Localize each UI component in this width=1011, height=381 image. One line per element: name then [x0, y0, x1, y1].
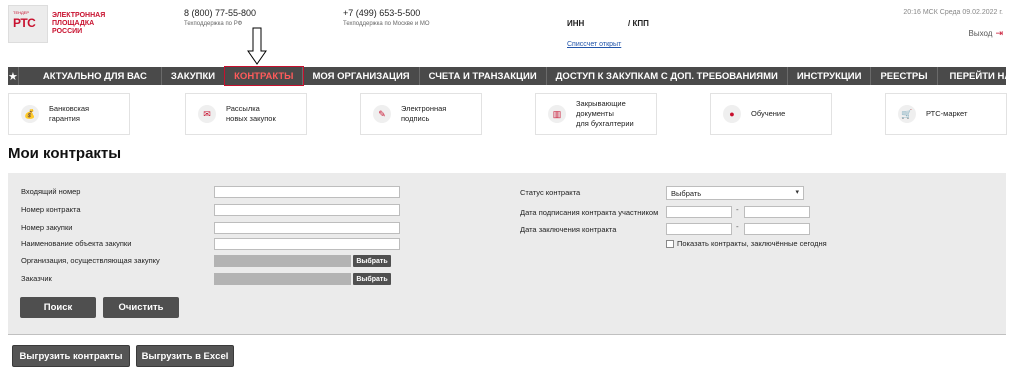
pen-icon: ✎ — [373, 105, 391, 123]
nav-item-actual[interactable]: АКТУАЛЬНО ДЛЯ ВАС — [19, 67, 162, 85]
page-title: Мои контракты — [8, 145, 122, 162]
clear-button[interactable]: Очистить — [103, 297, 179, 318]
quick-link-label: Закрывающие документы для бухгалтерии — [576, 99, 634, 128]
purchase-number-input[interactable] — [214, 222, 400, 234]
phone-number-rf: 8 (800) 77-55-800 — [184, 8, 257, 18]
search-button[interactable]: Поиск — [20, 297, 96, 318]
status-select-value: Выбрать — [671, 188, 702, 198]
main-nav: ★ АКТУАЛЬНО ДЛЯ ВАС ЗАКУПКИ КОНТРАКТЫ МО… — [8, 66, 1011, 86]
chat-icon: ● — [723, 105, 741, 123]
inn-label: ИНН — [567, 19, 585, 28]
envelope-icon: ✉ — [198, 105, 216, 123]
quick-link-label: РТС-маркет — [926, 109, 968, 118]
organization-field — [214, 255, 351, 267]
organization-pick-button[interactable]: Выбрать — [353, 255, 391, 267]
quick-link-signature[interactable]: ✎ Электронная подпись — [360, 93, 482, 135]
quick-link-bank-guarantee[interactable]: 💰 Банковская гарантия — [8, 93, 130, 135]
nav-item-contracts[interactable]: КОНТРАКТЫ — [224, 66, 305, 86]
chevron-down-icon: ▾ — [795, 189, 799, 196]
nav-item-my-organization[interactable]: МОЯ ОРГАНИЗАЦИЯ — [303, 67, 420, 85]
nav-item-purchases[interactable]: ЗАКУПКИ — [162, 67, 226, 85]
today-checkbox[interactable]: Показать контракты, заключённые сегодня — [666, 239, 827, 248]
datetime: 20:16 МСК Среда 09.02.2022 г. — [903, 9, 1003, 16]
logo-mark: РТС — [13, 16, 36, 30]
money-bag-icon: 💰 — [21, 105, 39, 123]
phone-number-moscow: +7 (499) 653-5-500 — [343, 8, 421, 18]
incoming-number-input[interactable] — [214, 186, 400, 198]
today-checkbox-label: Показать контракты, заключённые сегодня — [677, 239, 827, 248]
purchase-number-label: Номер закупки — [21, 223, 73, 232]
purchase-object-input[interactable] — [214, 238, 400, 250]
sign-date-from-input[interactable] — [666, 206, 732, 218]
customer-field — [214, 273, 351, 285]
annotation-arrow-icon — [247, 27, 267, 65]
barcode-icon: ▥ — [548, 105, 566, 123]
filter-panel: Входящий номер Номер контракта Номер зак… — [8, 173, 1006, 335]
logo-text: ЭЛЕКТРОННАЯ ПЛОЩАДКА РОССИИ — [52, 12, 106, 35]
conclusion-date-to-input[interactable] — [744, 223, 810, 235]
quick-link-label: Рассылка новых закупок — [226, 104, 276, 123]
purchase-object-label: Наименование объекта закупки — [21, 239, 132, 248]
kpp-label: / КПП — [628, 19, 649, 28]
conclusion-date-separator: - — [736, 222, 739, 231]
logout-icon: ⇥ — [995, 28, 1003, 38]
incoming-number-label: Входящий номер — [21, 187, 81, 196]
quick-link-mailing[interactable]: ✉ Рассылка новых закупок — [185, 93, 307, 135]
organization-label: Организация, осуществляющая закупку — [21, 256, 160, 265]
customer-label: Заказчик — [21, 274, 52, 283]
logout-label: Выход — [968, 29, 993, 38]
phone-block-moscow: +7 (499) 653-5-500 Техподдержка по Москв… — [343, 8, 430, 27]
quick-link-closing-docs[interactable]: ▥ Закрывающие документы для бухгалтерии — [535, 93, 657, 135]
export-contracts-button[interactable]: Выгрузить контракты — [12, 345, 130, 367]
phone-label-rf: Техподдержка по РФ — [184, 21, 243, 27]
conclusion-date-label: Дата заключения контракта — [520, 225, 617, 234]
nav-item-access[interactable]: ДОСТУП К ЗАКУПКАМ С ДОП. ТРЕБОВАНИЯМИ — [547, 67, 788, 85]
nav-item-instructions[interactable]: ИНСТРУКЦИИ — [788, 67, 872, 85]
cart-icon: 🛒 — [898, 105, 916, 123]
quick-link-label: Обучение — [751, 109, 786, 118]
logout-link[interactable]: Выход ⇥ — [969, 28, 1003, 39]
contract-number-label: Номер контракта — [21, 205, 81, 214]
quick-link-rts-market[interactable]: 🛒 РТС-маркет — [885, 93, 1007, 135]
status-label: Статус контракта — [520, 188, 581, 197]
phone-label-moscow: Техподдержка по Москве и МО — [343, 21, 430, 27]
sign-date-label: Дата подписания контракта участником — [520, 208, 659, 217]
logo-small-text: ТЕНДЕР — [13, 10, 30, 15]
favorites-star-icon[interactable]: ★ — [8, 67, 19, 85]
contract-number-input[interactable] — [214, 204, 400, 216]
status-select[interactable]: Выбрать ▾ — [666, 186, 804, 200]
conclusion-date-from-input[interactable] — [666, 223, 732, 235]
nav-item-registries[interactable]: РЕЕСТРЫ — [871, 67, 938, 85]
logo[interactable]: ТЕНДЕР РТС — [8, 5, 48, 43]
sign-date-separator: - — [736, 205, 739, 214]
spischet-link[interactable]: Списсчет открыт — [567, 41, 621, 48]
checkbox-box[interactable] — [666, 239, 674, 248]
quick-link-training[interactable]: ● Обучение — [710, 93, 832, 135]
quick-link-label: Электронная подпись — [401, 104, 447, 123]
sign-date-to-input[interactable] — [744, 206, 810, 218]
nav-item-goto-223[interactable]: ПЕРЕЙТИ НА 223 — [938, 67, 1011, 85]
quick-link-label: Банковская гарантия — [49, 104, 90, 123]
export-excel-button[interactable]: Выгрузить в Excel — [136, 345, 234, 367]
phone-block-rf: 8 (800) 77-55-800 Техподдержка по РФ — [184, 8, 256, 27]
customer-pick-button[interactable]: Выбрать — [353, 273, 391, 285]
nav-item-accounts[interactable]: СЧЕТА И ТРАНЗАКЦИИ — [420, 67, 547, 85]
